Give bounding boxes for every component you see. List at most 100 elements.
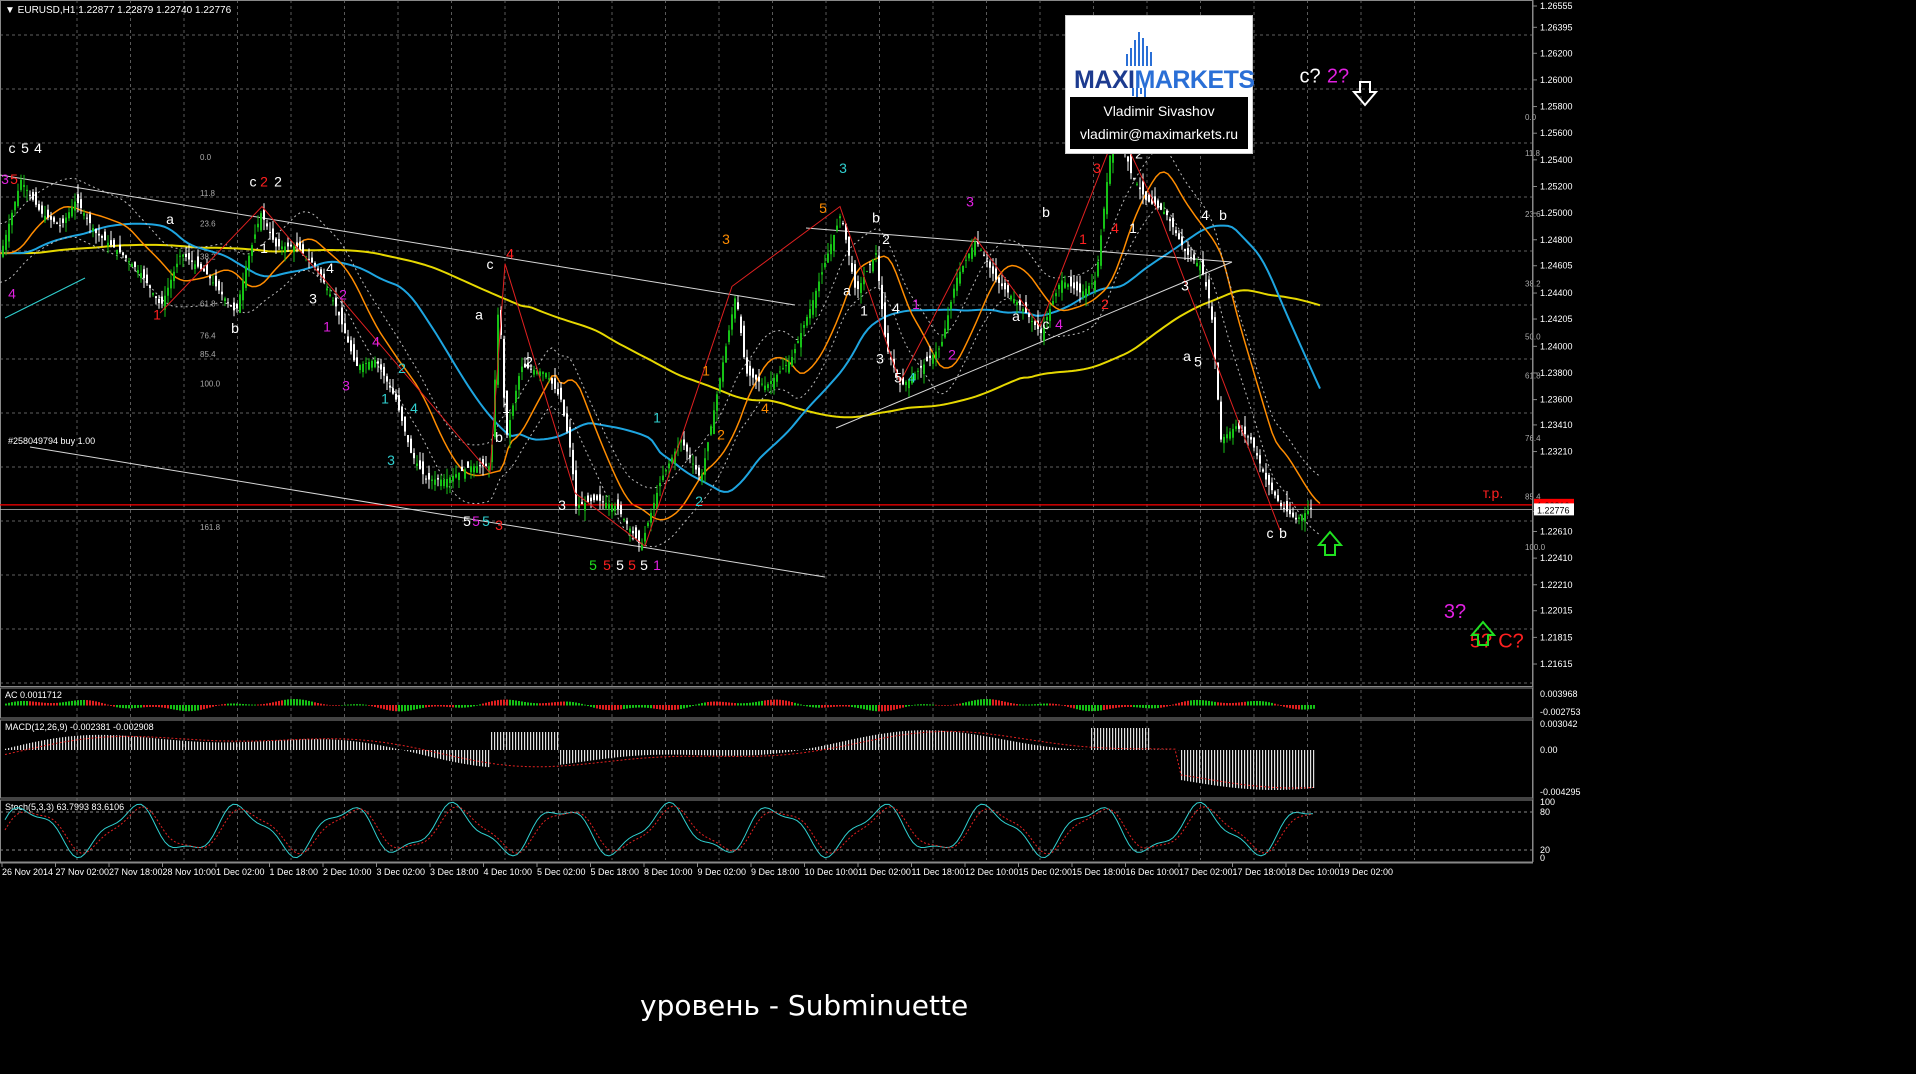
macd-bar bbox=[518, 732, 520, 750]
wave-label: a bbox=[166, 211, 174, 227]
candle-body bbox=[17, 190, 19, 207]
wave-label: a bbox=[843, 283, 851, 299]
candle-body bbox=[671, 457, 673, 463]
candle-body bbox=[1268, 475, 1270, 485]
candle-body bbox=[326, 288, 328, 291]
candle-body bbox=[419, 460, 421, 469]
macd-bar bbox=[986, 736, 988, 750]
macd-bar bbox=[392, 747, 394, 750]
ac-bar bbox=[86, 700, 88, 706]
macd-bar bbox=[134, 736, 136, 750]
macd-bar bbox=[716, 750, 718, 756]
ac-bar bbox=[911, 705, 913, 706]
macd-bar bbox=[815, 747, 817, 750]
candle-body bbox=[395, 393, 397, 400]
macd-bar bbox=[218, 742, 220, 750]
ac-bar bbox=[1229, 703, 1231, 706]
ac-bar bbox=[1088, 705, 1090, 712]
macd-bar bbox=[251, 741, 253, 750]
stoch-signal-line bbox=[4, 805, 1314, 855]
ac-bar bbox=[1118, 705, 1120, 708]
ac-bar bbox=[662, 705, 664, 710]
ac-bar bbox=[1307, 705, 1309, 710]
ac-bar bbox=[281, 700, 283, 706]
ac-bar bbox=[686, 705, 688, 708]
candle-body bbox=[410, 438, 412, 453]
ac-bar bbox=[821, 705, 823, 708]
macd-bar bbox=[1277, 750, 1279, 790]
eurusd-h1-chart[interactable]: AC 0.0011712 MACD(12,26,9) -0.002381 -0.0… bbox=[0, 0, 1916, 1074]
ac-bar bbox=[119, 705, 121, 708]
macd-bar bbox=[1004, 739, 1006, 750]
candle-body bbox=[731, 314, 733, 330]
candle-body bbox=[1157, 200, 1159, 208]
macd-bar bbox=[293, 739, 295, 750]
author-email[interactable]: vladimir@maximarkets.ru bbox=[1070, 123, 1248, 146]
candle-body bbox=[302, 244, 304, 254]
candle-body bbox=[68, 212, 70, 219]
candle-body bbox=[620, 505, 622, 515]
macd-bar bbox=[1118, 728, 1120, 750]
candle-body bbox=[920, 365, 922, 368]
fib-level-label: 0.0 bbox=[1525, 113, 1537, 122]
ac-bar bbox=[1163, 705, 1165, 708]
ac-bar bbox=[380, 705, 382, 709]
ac-bar bbox=[419, 705, 421, 709]
candle-body bbox=[917, 370, 919, 372]
price-tick-label: 1.26200 bbox=[1540, 48, 1573, 58]
ac-bar bbox=[542, 703, 544, 706]
macd-bar bbox=[1148, 728, 1150, 750]
candle-body bbox=[479, 465, 481, 467]
macd-bar bbox=[938, 730, 940, 750]
macd-bar bbox=[443, 750, 445, 760]
ac-bar bbox=[800, 704, 802, 706]
candle-body bbox=[365, 362, 367, 364]
candle-body bbox=[1022, 309, 1024, 312]
ac-bar bbox=[263, 703, 265, 706]
ac-bar bbox=[689, 705, 691, 707]
ac-bar bbox=[320, 703, 322, 706]
macd-bar bbox=[950, 731, 952, 750]
candle-body bbox=[1181, 236, 1183, 246]
candle-body bbox=[359, 364, 361, 371]
price-axis[interactable]: 1.26555 1.26395 1.26200 1.26000 1.25800 1.256… bbox=[1532, 0, 1581, 863]
macd-bar bbox=[1109, 728, 1111, 750]
ac-bar bbox=[410, 705, 412, 711]
macd-bar bbox=[833, 743, 835, 750]
macd-bar bbox=[794, 750, 796, 752]
macd-bar bbox=[353, 741, 355, 750]
candle-body bbox=[683, 439, 685, 446]
candle-body bbox=[812, 300, 814, 315]
candle-body bbox=[248, 255, 250, 269]
macd-bar bbox=[14, 746, 16, 750]
ac-bar bbox=[1136, 705, 1138, 708]
ac-bar bbox=[176, 705, 178, 711]
candle-body bbox=[851, 262, 853, 272]
ac-bar bbox=[1310, 705, 1312, 710]
ac-bar bbox=[518, 700, 520, 706]
ac-bar bbox=[806, 705, 808, 707]
candle-body bbox=[617, 499, 619, 510]
macd-bar bbox=[875, 734, 877, 750]
candle-body bbox=[944, 328, 946, 338]
candle-body bbox=[122, 252, 124, 256]
macd-bar bbox=[614, 750, 616, 758]
macd-bar bbox=[227, 742, 229, 750]
time-tick-label: 11 Dec 02:00 bbox=[858, 867, 911, 877]
ac-bar bbox=[194, 705, 196, 711]
candle-body bbox=[1148, 194, 1150, 202]
ac-bar bbox=[1034, 704, 1036, 706]
macd-bar bbox=[743, 750, 745, 756]
macd-bar bbox=[866, 736, 868, 750]
candle-body bbox=[773, 377, 775, 389]
ac-bar bbox=[20, 701, 22, 706]
time-axis[interactable]: 26 Nov 2014 27 Nov 02:00 27 Nov 18:00 28 No… bbox=[0, 862, 1533, 877]
candle-body bbox=[728, 330, 730, 343]
ac-bar bbox=[983, 699, 985, 706]
macd-bar bbox=[239, 742, 241, 750]
ac-bar bbox=[737, 703, 739, 706]
candle-body bbox=[635, 527, 637, 539]
price-tick-label: 1.23600 bbox=[1540, 395, 1573, 405]
wave-label: 2 bbox=[339, 287, 347, 303]
macd-bar bbox=[245, 741, 247, 750]
